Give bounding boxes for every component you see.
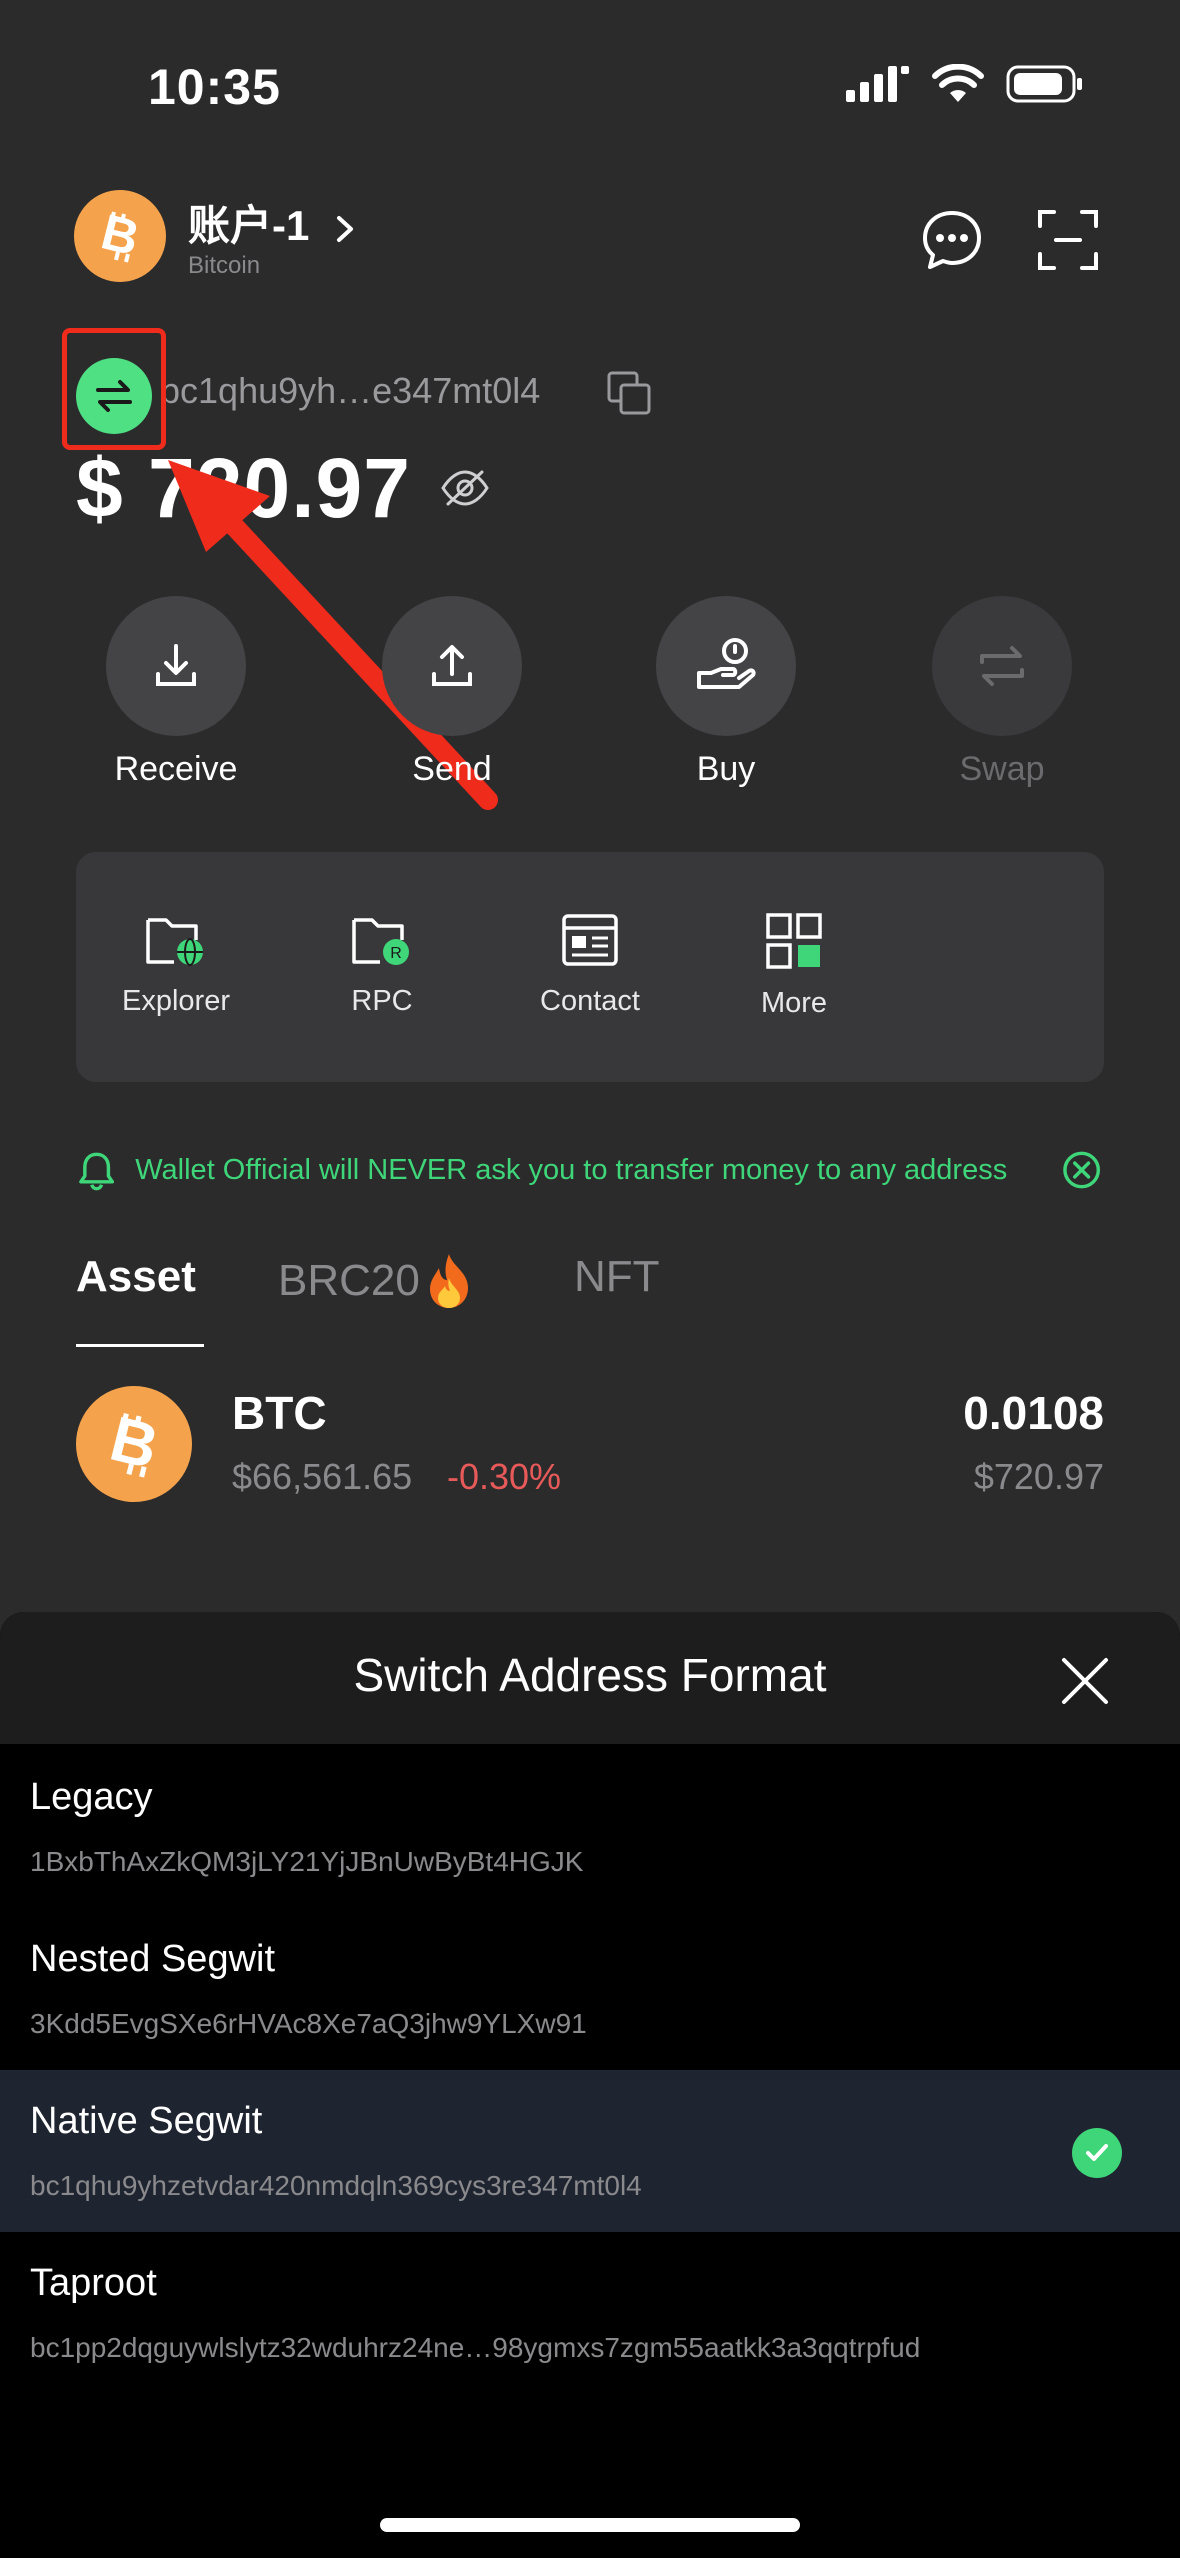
bell-icon bbox=[79, 1152, 115, 1191]
home-indicator[interactable] bbox=[380, 2518, 800, 2532]
swap-icon bbox=[980, 646, 1024, 686]
asset-symbol[interactable]: BTC bbox=[232, 1386, 327, 1440]
chat-icon[interactable] bbox=[916, 204, 988, 276]
format-option-nested-segwit[interactable]: Nested Segwit 3Kdd5EvgSXe6rHVAc8Xe7aQ3jh… bbox=[0, 1908, 1180, 2070]
send-label: Send bbox=[412, 750, 492, 788]
contact-tool[interactable]: Contact bbox=[500, 912, 680, 1018]
tab-brc20[interactable]: BRC20 bbox=[278, 1252, 474, 1310]
grid-more-icon bbox=[766, 913, 822, 969]
bitcoin-logo-icon: B bbox=[96, 206, 145, 266]
tab-brc20-label: BRC20 bbox=[278, 1256, 420, 1305]
account-name[interactable]: 账户-1 bbox=[188, 192, 309, 253]
option-name: Legacy bbox=[30, 1776, 153, 1818]
tab-nft[interactable]: NFT bbox=[574, 1252, 660, 1302]
svg-text:R: R bbox=[390, 945, 402, 962]
swap-label: Swap bbox=[959, 750, 1045, 788]
copy-icon[interactable] bbox=[606, 370, 652, 416]
wifi-icon bbox=[932, 64, 984, 102]
swap-button[interactable] bbox=[932, 596, 1072, 736]
close-icon[interactable] bbox=[1058, 1654, 1112, 1708]
asset-change: -0.30% bbox=[447, 1456, 562, 1497]
option-name: Nested Segwit bbox=[30, 1938, 276, 1980]
receive-button[interactable] bbox=[106, 596, 246, 736]
format-option-legacy[interactable]: Legacy 1BxbThAxZkQM3jLY21YjJBnUwByBt4HGJ… bbox=[0, 1746, 1180, 1908]
explorer-folder-globe-icon bbox=[146, 918, 203, 966]
btc-token-icon: B bbox=[76, 1386, 192, 1502]
option-name: Taproot bbox=[30, 2262, 157, 2304]
more-label: More bbox=[760, 987, 828, 1019]
buy-hand-coin-icon bbox=[697, 638, 756, 689]
contact-label: Contact bbox=[540, 985, 640, 1017]
explorer-tool[interactable]: Explorer bbox=[86, 912, 266, 1018]
receive-label: Receive bbox=[114, 750, 238, 788]
bitcoin-avatar[interactable]: B bbox=[74, 190, 166, 282]
option-address: bc1qhu9yhzetvdar420nmdqln369cys3re347mt0… bbox=[30, 2170, 642, 2201]
security-notice: Wallet Official will NEVER ask you to tr… bbox=[76, 1144, 1102, 1196]
asset-value: $720.97 bbox=[973, 1456, 1104, 1497]
wallet-address[interactable]: bc1qhu9yh…e347mt0l4 bbox=[160, 370, 540, 412]
notice-text: Wallet Official will NEVER ask you to tr… bbox=[135, 1153, 1008, 1186]
status-icons bbox=[846, 64, 1084, 104]
option-address: 1BxbThAxZkQM3jLY21YjJBnUwByBt4HGJK bbox=[30, 1846, 584, 1877]
format-option-taproot[interactable]: Taproot bc1pp2dqguywlslytz32wduhrz24ne…9… bbox=[0, 2232, 1180, 2394]
contact-card-icon bbox=[562, 914, 618, 966]
active-tab-indicator bbox=[76, 1344, 204, 1347]
battery-icon bbox=[1006, 65, 1082, 103]
selected-check-icon bbox=[1072, 2128, 1122, 2178]
rpc-tool[interactable]: R RPC bbox=[292, 912, 472, 1018]
explorer-label: Explorer bbox=[122, 985, 230, 1017]
scan-icon[interactable] bbox=[1032, 204, 1104, 276]
fire-icon bbox=[429, 1254, 468, 1308]
svg-text:B: B bbox=[104, 1406, 165, 1482]
buy-button[interactable] bbox=[656, 596, 796, 736]
tab-asset[interactable]: Asset bbox=[76, 1252, 196, 1302]
bitcoin-icon: B bbox=[104, 1406, 165, 1482]
option-address: 3Kdd5EvgSXe6rHVAc8Xe7aQ3jhw9YLXw91 bbox=[30, 2008, 587, 2039]
upload-icon bbox=[432, 645, 472, 686]
more-tool[interactable]: More bbox=[704, 912, 884, 1020]
cellular-signal-icon bbox=[846, 66, 909, 102]
buy-label: Buy bbox=[696, 750, 756, 788]
close-circle-icon[interactable] bbox=[1061, 1149, 1102, 1191]
asset-amount: 0.0108 bbox=[963, 1387, 1104, 1439]
rpc-label: RPC bbox=[351, 985, 413, 1017]
option-address: bc1pp2dqguywlslytz32wduhrz24ne…98ygmxs7z… bbox=[30, 2332, 921, 2363]
account-network: Bitcoin bbox=[188, 252, 261, 279]
download-icon bbox=[156, 644, 196, 686]
svg-text:B: B bbox=[96, 206, 145, 266]
status-time: 10:35 bbox=[148, 59, 281, 115]
annotation-highlight-box bbox=[62, 328, 166, 450]
asset-price: $66,561.65 bbox=[232, 1456, 413, 1497]
option-name: Native Segwit bbox=[30, 2100, 263, 2142]
rpc-folder-icon: R bbox=[352, 918, 409, 965]
sheet-title: Switch Address Format bbox=[353, 1649, 827, 1701]
format-option-native-segwit[interactable]: Native Segwit bc1qhu9yhzetvdar420nmdqln3… bbox=[0, 2070, 1180, 2232]
send-button[interactable] bbox=[382, 596, 522, 736]
chevron-right-icon[interactable] bbox=[334, 214, 358, 244]
